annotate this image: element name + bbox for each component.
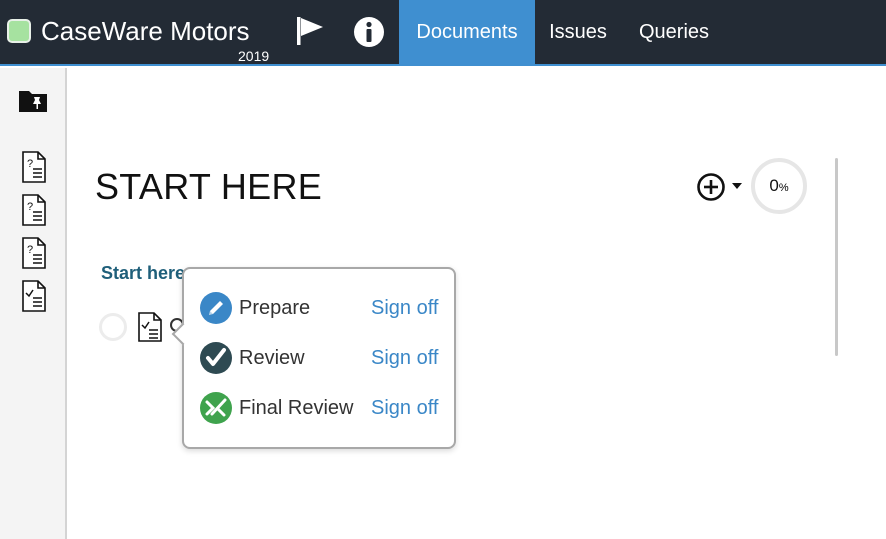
tab-issues[interactable]: Issues xyxy=(535,0,621,66)
prepare-sign-off-link[interactable]: Sign off xyxy=(371,295,438,321)
left-sidebar: ? ? ? xyxy=(0,68,67,539)
scrollbar[interactable] xyxy=(835,158,838,356)
svg-text:?: ? xyxy=(27,244,33,256)
document-query-icon[interactable]: ? xyxy=(21,150,47,184)
pencil-icon xyxy=(200,292,232,324)
progress-indicator: 0% xyxy=(751,158,807,214)
progress-unit: % xyxy=(778,182,789,194)
flag-icon[interactable] xyxy=(294,16,326,46)
app-title[interactable]: CaseWare Motors xyxy=(41,15,250,47)
info-icon[interactable] xyxy=(353,16,385,48)
final-review-sign-off-link[interactable]: Sign off xyxy=(371,395,438,421)
caret-down-icon[interactable] xyxy=(731,182,743,190)
signoff-row-review: Review Sign off xyxy=(200,341,450,375)
svg-text:?: ? xyxy=(27,201,33,213)
signoff-popup: Prepare Sign off Review Sign off Final R… xyxy=(171,267,456,449)
final-review-icon xyxy=(200,392,232,424)
signoff-row-prepare: Prepare Sign off xyxy=(200,291,450,325)
section-link-start-here[interactable]: Start here xyxy=(101,262,185,284)
year-label: 2019 xyxy=(238,48,270,64)
progress-value: 0 xyxy=(769,176,779,195)
pinned-folder-icon[interactable] xyxy=(18,88,48,114)
document-checklist-icon[interactable] xyxy=(21,279,47,313)
top-bar: CaseWare Motors 2019 Documents Issues Qu… xyxy=(0,0,886,66)
tab-queries[interactable]: Queries xyxy=(621,0,727,66)
signoff-label-review: Review xyxy=(239,347,305,369)
checkmark-icon xyxy=(200,342,232,374)
status-circle[interactable] xyxy=(99,313,127,341)
document-query-icon[interactable]: ? xyxy=(21,193,47,227)
review-sign-off-link[interactable]: Sign off xyxy=(371,345,438,371)
brand-color-square xyxy=(7,19,31,43)
document-checklist-icon[interactable] xyxy=(137,311,163,343)
add-circle-icon[interactable] xyxy=(696,172,726,202)
signoff-label-final-review: Final Review xyxy=(239,397,354,419)
signoff-label-prepare: Prepare xyxy=(239,297,311,319)
signoff-row-final-review: Final Review Sign off xyxy=(200,391,450,425)
tab-documents[interactable]: Documents xyxy=(399,0,535,66)
svg-text:?: ? xyxy=(27,158,33,170)
page-title: START HERE xyxy=(95,166,323,207)
document-query-icon[interactable]: ? xyxy=(21,236,47,270)
